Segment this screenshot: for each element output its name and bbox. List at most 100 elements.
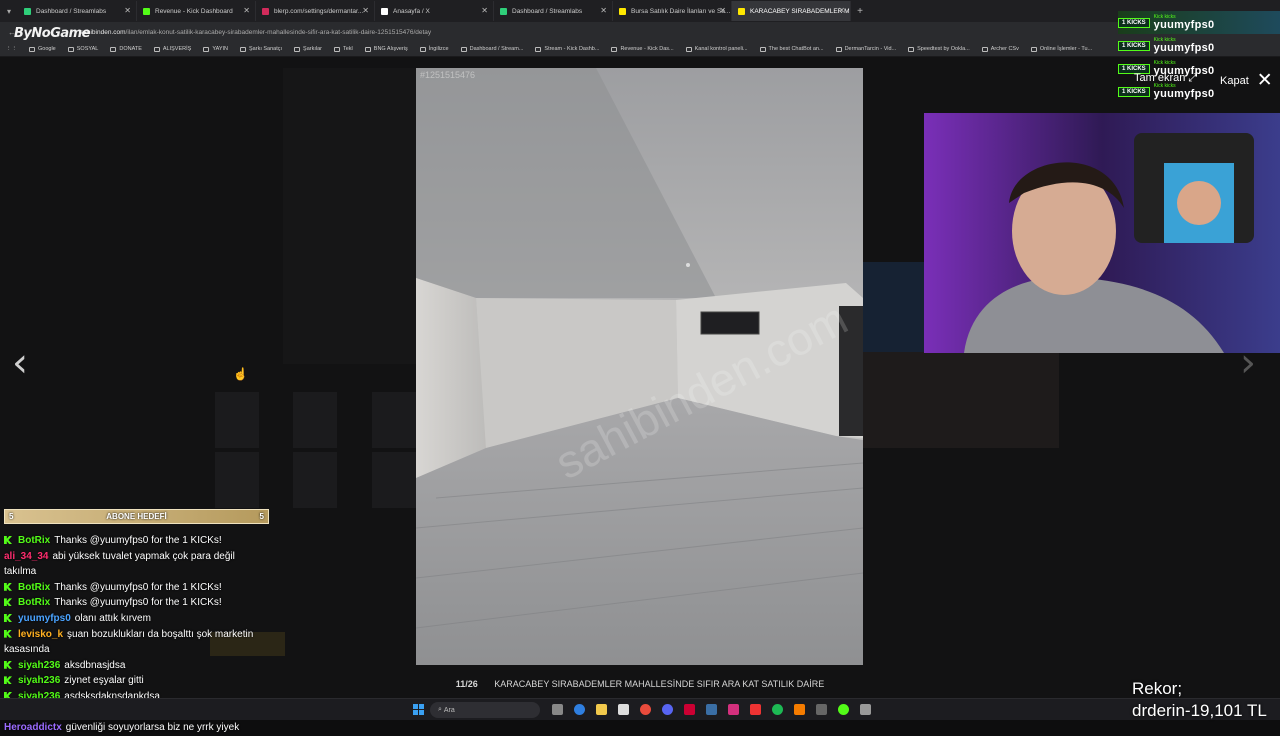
fullscreen-button[interactable]: Tam ekran ⤢ xyxy=(1134,72,1197,85)
dimmed-thumbnail xyxy=(215,392,259,448)
browser-tab[interactable]: KARACABEY SIRABADEMLER M... ✕ xyxy=(732,1,851,21)
chat-username[interactable]: siyah236 xyxy=(18,675,60,686)
tab-label: Dashboard / Streamlabs xyxy=(36,7,107,15)
tab-close-icon[interactable]: ✕ xyxy=(243,6,250,15)
folder-icon xyxy=(240,46,247,52)
tab-label: Revenue - Kick Dashboard xyxy=(155,7,233,15)
tab-favicon-icon xyxy=(738,7,745,15)
kick-badge-icon xyxy=(4,536,12,544)
bookmark-item[interactable]: Şarkı Sanatçı xyxy=(240,46,282,52)
stream-overlay-logo: ByNoGame xyxy=(14,26,91,41)
tab-close-icon[interactable]: ✕ xyxy=(124,6,131,15)
tab-label: Dashboard / Streamlabs xyxy=(512,7,583,15)
bookmark-item[interactable]: Online İşlemler - Tu... xyxy=(1030,46,1092,52)
new-tab-button[interactable]: + xyxy=(851,6,869,17)
browser-tab[interactable]: Revenue - Kick Dashboard ✕ xyxy=(137,1,256,21)
browser-tab[interactable]: blerp.com/settings/dermantar... ✕ xyxy=(256,1,375,21)
tab-strip: Dashboard / Streamlabs ✕ Revenue - Kick Da… xyxy=(18,1,851,21)
instagram-icon[interactable] xyxy=(728,704,739,715)
app-icon[interactable] xyxy=(706,704,717,715)
bookmark-label: ALIŞVERİŞ xyxy=(162,46,192,52)
task-view-icon[interactable] xyxy=(552,704,563,715)
chat-username[interactable]: Heroaddictx xyxy=(4,722,62,733)
taskbar-search[interactable]: ⌕ Ara xyxy=(430,702,540,718)
bookmark-item[interactable]: DONATE xyxy=(110,46,142,52)
dimmed-thumbnail xyxy=(215,452,259,508)
close-viewer-button[interactable]: Kapat ✕ xyxy=(1220,71,1273,90)
listing-photo[interactable]: sahibinden.com xyxy=(416,68,863,665)
bookmark-label: Stream - Kick Dashb... xyxy=(544,46,600,52)
bookmark-label: YAYIN xyxy=(212,46,229,52)
chat-username[interactable]: BotRix xyxy=(18,535,50,546)
bookmark-item[interactable]: Google xyxy=(29,46,56,52)
url-field[interactable]: sahibinden.com/ilan/emlak-konut-satilik-… xyxy=(80,29,431,36)
bookmark-item[interactable]: YAYIN xyxy=(203,46,228,52)
kick-badge: 1 KICKS xyxy=(1118,86,1150,97)
bookmark-item[interactable]: The best ChatBot an... xyxy=(759,46,824,52)
chat-text: güvenliği soyuyorlarsa biz ne yrrk yiyek xyxy=(65,722,240,734)
app-icon[interactable] xyxy=(794,704,805,715)
file-explorer-icon[interactable] xyxy=(596,704,607,715)
tab-close-icon[interactable]: ✕ xyxy=(362,6,369,15)
kick-badge-icon xyxy=(4,598,12,607)
chat-username[interactable]: siyah236 xyxy=(18,660,60,671)
edge-icon[interactable] xyxy=(574,704,585,715)
windows-start-icon[interactable] xyxy=(413,704,424,715)
tab-close-icon[interactable]: ✕ xyxy=(600,6,607,15)
bookmark-item[interactable]: BNG Alışveriş xyxy=(364,46,408,52)
tab-search-icon[interactable]: ▾ xyxy=(0,0,18,22)
chat-username[interactable]: levisko_k xyxy=(18,629,63,640)
folder-icon xyxy=(419,46,426,52)
folder-icon xyxy=(203,46,210,52)
app-icon[interactable] xyxy=(816,704,827,715)
browser-tab[interactable]: Dashboard / Streamlabs ✕ xyxy=(18,1,137,21)
bookmark-item[interactable]: Archer CSv xyxy=(981,46,1019,52)
taskbar-search-placeholder: Ara xyxy=(443,706,455,714)
tab-favicon-icon xyxy=(24,7,31,15)
folder-icon xyxy=(153,46,160,52)
bookmark-item[interactable]: İngilizce xyxy=(419,46,449,52)
chrome-icon[interactable] xyxy=(640,704,651,715)
tab-close-icon[interactable]: ✕ xyxy=(719,6,726,15)
chat-message: Heroaddictx güvenliği soyuyorlarsa biz ne… xyxy=(4,720,264,736)
bookmark-item[interactable]: Speedtest by Ookla... xyxy=(908,46,970,52)
spotify-icon[interactable] xyxy=(772,704,783,715)
chat-username[interactable]: ali_34_34 xyxy=(4,551,49,562)
bookmark-label: Revenue - Kick Das... xyxy=(620,46,674,52)
bookmark-item[interactable]: Stream - Kick Dashb... xyxy=(535,46,599,52)
dimmed-thumbnail xyxy=(293,392,337,448)
bookmark-item[interactable]: Revenue - Kick Das... xyxy=(611,46,674,52)
chat-username[interactable]: BotRix xyxy=(18,597,50,608)
kick-icon[interactable] xyxy=(838,704,849,715)
tab-favicon-icon xyxy=(500,7,507,15)
bookmark-item[interactable]: DermanTarcin - Vid... xyxy=(835,46,896,52)
prev-photo-arrow[interactable]: ‹ xyxy=(12,340,28,386)
bookmark-item[interactable]: Tekl xyxy=(334,46,353,52)
photo-id-label: #1251515476 xyxy=(420,70,476,80)
address-bar: ← → sahibinden.com/ilan/emlak-konut-sati… xyxy=(0,22,1280,42)
discord-icon[interactable] xyxy=(662,704,673,715)
app-icon[interactable] xyxy=(750,704,761,715)
browser-tab[interactable]: Bursa Satılık Daire İlanları ve Sa... ✕ xyxy=(613,1,732,21)
browser-tab[interactable]: Anasayfa / X ✕ xyxy=(375,1,494,21)
dimmed-thumbnail xyxy=(372,392,416,448)
bookmark-label: DONATE xyxy=(119,46,142,52)
store-icon[interactable] xyxy=(618,704,629,715)
app-icon[interactable] xyxy=(860,704,871,715)
bookmark-item[interactable]: SOSYAL xyxy=(67,46,98,52)
chat-username[interactable]: BotRix xyxy=(18,582,50,593)
kick-badge-icon xyxy=(4,613,12,622)
chat-username[interactable]: yuumyfps0 xyxy=(18,613,71,624)
tab-close-icon[interactable]: ✕ xyxy=(481,6,488,15)
bookmark-label: Speedtest by Ookla... xyxy=(917,46,970,52)
bookmark-item[interactable]: Dashboard / Stream... xyxy=(460,46,523,52)
bookmark-item[interactable]: Kanal kontrol paneli... xyxy=(685,46,748,52)
browser-tab[interactable]: Dashboard / Streamlabs ✕ xyxy=(494,1,613,21)
bookmark-item[interactable]: Şarkılar xyxy=(294,46,322,52)
app-icon[interactable] xyxy=(684,704,695,715)
apps-icon[interactable]: ⋮⋮ xyxy=(6,46,17,52)
folder-icon xyxy=(685,46,692,52)
chat-message: levisko_k şuan bozuklukları da boşalttı ş… xyxy=(4,627,264,658)
bookmark-item[interactable]: ALIŞVERİŞ xyxy=(153,46,192,52)
tab-close-icon[interactable]: ✕ xyxy=(838,6,845,15)
